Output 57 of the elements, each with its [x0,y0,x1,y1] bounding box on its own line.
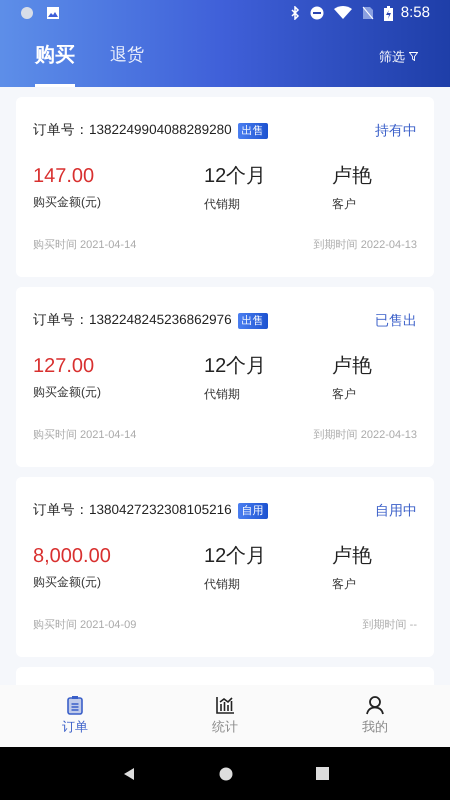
customer-label: 客户 [332,386,357,403]
purchase-time: 购买时间 2021-04-14 [33,428,136,443]
clipboard-icon [65,695,85,716]
period-label: 代销期 [204,576,241,593]
order-tag: 自用 [238,502,268,518]
order-card[interactable]: 订单号：1382248245236862976 出售 已售出 127.00 购买金额(元) 12个月 代销期 卢艳 客户 购买时间 2021-04-14 到期时间 2022-04-13 [16,287,434,467]
period-value: 12个月 [204,354,268,379]
recents-icon[interactable] [316,767,328,780]
circle-icon [20,6,34,20]
amount-value: 127.00 [33,354,96,379]
battery-icon [384,6,393,20]
order-number: 订单号：1382248245236862976 [33,311,232,330]
amount-value: 147.00 [33,164,96,189]
order-status: 已售出 [375,311,417,330]
order-status: 自用中 [375,501,417,520]
no-sim-icon [362,6,374,20]
order-card[interactable]: 订单号：1380427232308105216 自用 自用中 8,000.00 购买金额(元) 12个月 代销期 卢艳 客户 购买时间 2021-04-09 到期时间 -- [16,477,434,657]
customer-value: 卢艳 [332,544,372,569]
back-icon[interactable] [122,766,136,780]
order-status: 持有中 [375,121,417,140]
filter-icon [409,52,418,61]
amount-label: 购买金额(元) [33,384,102,401]
do-not-disturb-icon [310,6,324,20]
amount-label: 购买金额(元) [33,194,102,211]
bluetooth-icon [290,6,300,20]
order-number: 订单号：1380427232308105216 [33,501,232,520]
customer-value: 卢艳 [332,354,372,379]
customer-label: 客户 [332,576,357,593]
period-label: 代销期 [204,196,241,213]
tab[interactable]: 购买 [35,26,75,87]
expiry-time: 到期时间 2022-04-13 [314,428,417,443]
nav-tab[interactable]: 我的 [300,695,450,737]
expiry-time: 到期时间 2022-04-13 [314,238,417,253]
purchase-time: 购买时间 2021-04-09 [33,618,136,633]
person-icon [365,695,385,716]
nav-tab[interactable]: 订单 [0,695,150,737]
order-tag: 出售 [238,312,268,328]
status-time: 8:58 [400,2,430,23]
filter-button[interactable]: 筛选 [379,26,418,87]
purchase-time: 购买时间 2021-04-14 [33,238,136,253]
expiry-time: 到期时间 -- [362,618,417,633]
period-value: 12个月 [204,544,268,569]
amount-value: 8,000.00 [33,544,112,569]
period-label: 代销期 [204,386,241,403]
home-icon[interactable] [218,766,232,780]
wifi-icon [334,6,352,20]
customer-label: 客户 [332,196,357,213]
order-number: 订单号：1382249904088289280 [33,121,232,140]
nav-tab[interactable]: 统计 [150,695,300,737]
bar-chart-icon [215,695,235,716]
tab[interactable]: 退货 [110,26,144,87]
customer-value: 卢艳 [332,164,372,189]
period-value: 12个月 [204,164,268,189]
amount-label: 购买金额(元) [33,574,102,591]
image-icon [46,6,60,20]
order-card[interactable]: 订单号：1382249904088289280 出售 持有中 147.00 购买金额(元) 12个月 代销期 卢艳 客户 购买时间 2021-04-14 到期时间 2022-04-13 [16,97,434,277]
order-tag: 出售 [238,122,268,138]
